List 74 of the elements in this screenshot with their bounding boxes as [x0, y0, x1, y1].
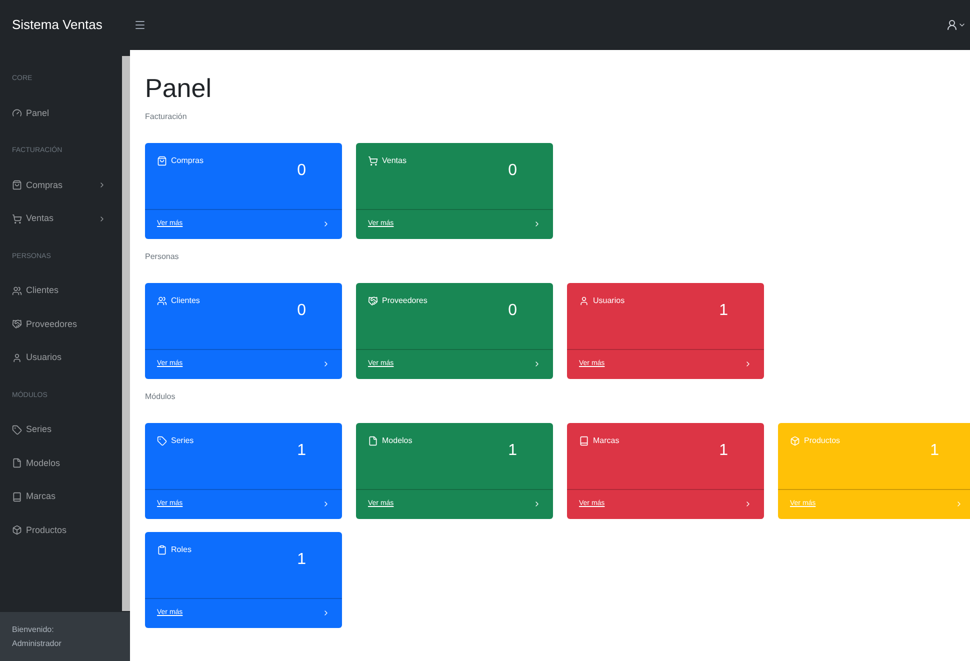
card-title: Series — [171, 434, 194, 446]
book-icon — [12, 492, 22, 502]
sidebar-item[interactable]: Proveedores — [0, 308, 118, 341]
chevron-icon — [98, 181, 106, 190]
user-icon — [579, 296, 589, 306]
brand-title[interactable]: Sistema Ventas — [0, 15, 130, 35]
section-heading: Facturación — [145, 110, 188, 122]
users-icon — [12, 286, 22, 296]
card-count: 0 — [508, 300, 517, 320]
sidebar-item[interactable]: Modelos — [0, 446, 118, 480]
card-count: 0 — [297, 160, 306, 180]
card-title: Productos — [804, 434, 840, 446]
card-count: 1 — [719, 440, 728, 460]
sidebar-item[interactable]: Productos — [0, 514, 118, 547]
file-icon — [368, 436, 378, 446]
chevron-icon — [744, 360, 752, 368]
clipboard-icon — [157, 544, 167, 554]
book-icon — [579, 436, 589, 446]
user-icon — [12, 352, 22, 363]
sidebar-item[interactable]: Usuarios — [0, 341, 118, 374]
sidebar-item[interactable]: Ventas — [0, 202, 118, 236]
card-count: 0 — [297, 300, 306, 320]
card-title: Roles — [171, 544, 192, 556]
card-count: 1 — [719, 300, 728, 320]
sidebar-item[interactable]: Series — [0, 413, 118, 446]
tag-icon — [12, 424, 22, 435]
sidebar-item[interactable]: Panel — [0, 96, 118, 130]
card-title: Proveedores — [382, 294, 428, 306]
sidebar-item[interactable]: Clientes — [0, 274, 118, 308]
users-icon — [157, 296, 167, 306]
chevron-icon — [533, 360, 541, 368]
card-count: 1 — [297, 550, 306, 570]
chevron-icon — [533, 220, 541, 228]
card-title: Compras — [171, 154, 204, 166]
section-heading: Módulos — [145, 390, 176, 402]
card-count: 0 — [508, 160, 517, 180]
gauge-icon — [12, 108, 22, 118]
card-title: Modelos — [382, 434, 412, 446]
sidebar-item[interactable]: Compras — [0, 168, 118, 202]
cart-icon — [12, 214, 22, 224]
page-title: Panel — [145, 72, 212, 104]
chevron-icon — [322, 609, 330, 617]
caret-icon — [958, 21, 966, 29]
chevron-icon — [98, 214, 106, 223]
bag-icon — [12, 180, 22, 190]
box-icon — [12, 525, 22, 536]
card-title: Clientes — [171, 294, 200, 306]
chevron-icon — [322, 500, 330, 508]
handshake-icon — [368, 296, 378, 306]
card-title: Ventas — [382, 154, 406, 166]
footer-text: Administrador — [12, 638, 62, 650]
user-menu[interactable] — [946, 19, 966, 31]
card-count: 1 — [508, 440, 517, 460]
menu-toggle[interactable] — [134, 19, 146, 31]
chevron-icon — [744, 500, 752, 508]
card-title: Marcas — [593, 434, 620, 446]
chevron-icon — [533, 500, 541, 508]
card-count: 1 — [930, 440, 939, 460]
bag-icon — [157, 156, 167, 166]
sidebar-item[interactable]: Marcas — [0, 480, 118, 514]
tag-icon — [157, 436, 167, 446]
card-title: Usuarios — [593, 294, 625, 306]
footer-text: Bienvenido: — [12, 624, 55, 636]
cart-icon — [368, 156, 378, 166]
handshake-icon — [12, 319, 22, 330]
menu-icon — [134, 19, 146, 31]
box-icon — [790, 436, 800, 446]
chevron-icon — [955, 500, 963, 508]
card-count: 1 — [297, 440, 306, 460]
section-heading: Personas — [145, 250, 180, 262]
user-icon — [946, 19, 958, 31]
file-icon — [12, 458, 22, 468]
chevron-icon — [322, 220, 330, 228]
chevron-icon — [322, 360, 330, 368]
